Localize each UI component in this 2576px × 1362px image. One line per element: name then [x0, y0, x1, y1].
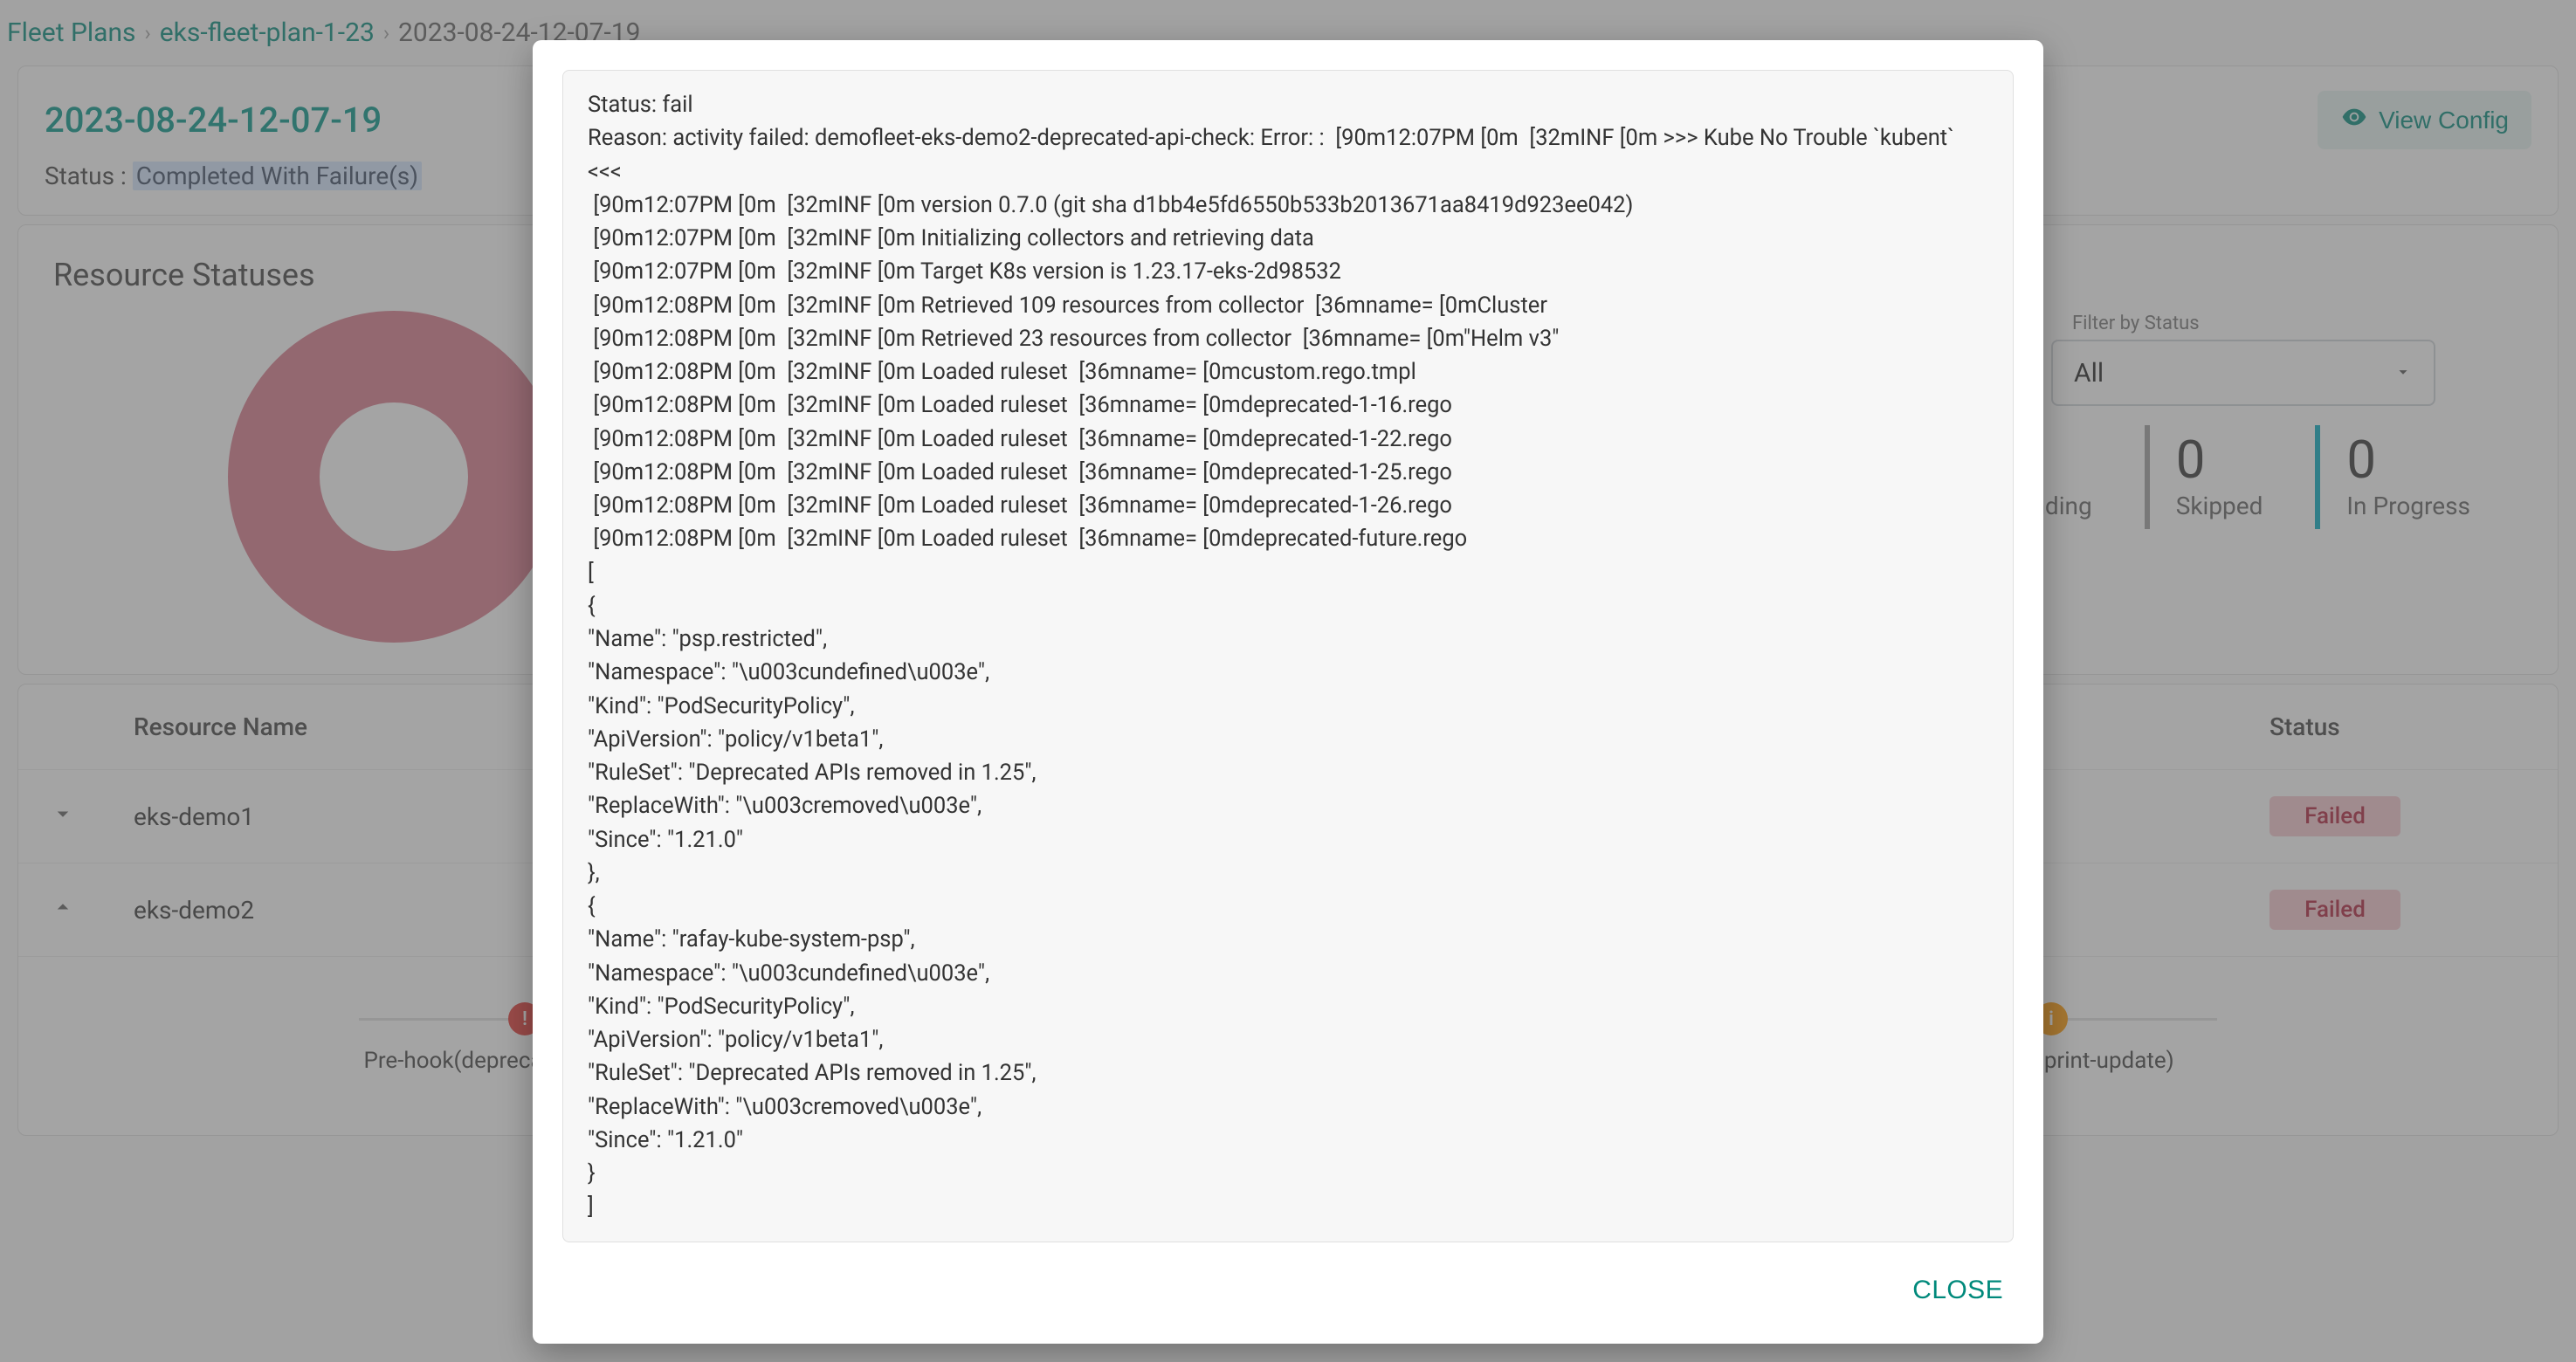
- log-modal: Status: fail Reason: activity failed: de…: [533, 40, 2043, 1344]
- modal-overlay[interactable]: Status: fail Reason: activity failed: de…: [0, 0, 2576, 1362]
- close-button[interactable]: CLOSE: [1902, 1267, 2014, 1314]
- log-output: Status: fail Reason: activity failed: de…: [562, 70, 2014, 1242]
